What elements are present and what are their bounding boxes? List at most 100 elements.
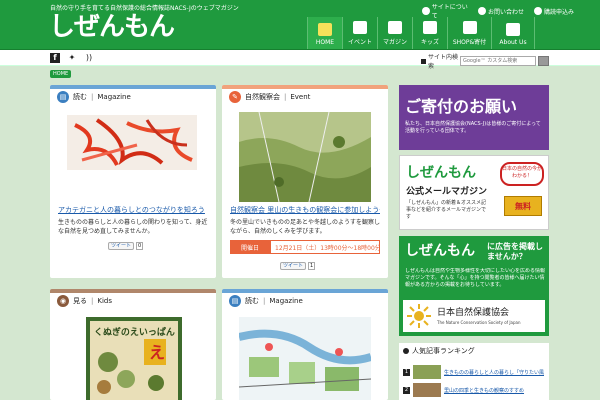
nav-event[interactable]: イベント	[342, 17, 377, 49]
donation-title: ご寄付のお願い	[405, 97, 518, 116]
home-icon	[318, 23, 332, 36]
card-category: 読む	[73, 93, 87, 101]
card-category: 見る	[73, 297, 87, 305]
tweet-widget: ツイート 1	[280, 262, 316, 270]
mailmag-text: 「しぜんもん」の新着＆オススメ記事などを紹介するメールマガジンです	[406, 200, 487, 220]
mailmag-logo: しぜんもん	[406, 165, 476, 181]
donation-text: 私たち、日本自然保護協会(NACS-J)は皆様のご寄付によって活動を行っている団…	[405, 121, 541, 134]
nav-label: マガジン	[382, 39, 407, 46]
ranking-number: 1	[403, 368, 410, 376]
mailmag-banner[interactable]: しぜんもん 公式メールマガジン 「しぜんもん」の新着＆オススメ記事などを紹介する…	[399, 155, 549, 230]
chat-icon	[478, 7, 486, 15]
breadcrumb[interactable]: HOME	[50, 70, 72, 78]
nav-magazine[interactable]: マガジン	[377, 17, 412, 49]
tweet-button[interactable]: ツイート	[108, 242, 134, 250]
card-type: Event	[290, 93, 311, 101]
card-type: Magazine	[97, 93, 131, 101]
separator: |	[91, 93, 94, 101]
ranking-item[interactable]: 2 里山の四季と生きもの観察のすすめ	[403, 383, 544, 397]
mailmag-badge: 日本の自然の今がわかる！	[500, 162, 544, 186]
pencil-icon	[353, 21, 367, 34]
site-logo[interactable]: しぜんもん	[49, 12, 175, 42]
card-image[interactable]: くぬぎのえいっぱん え	[86, 317, 182, 400]
bullet-icon	[403, 348, 409, 354]
search-label: サイト内検索	[428, 54, 459, 70]
search-input[interactable]	[460, 56, 536, 66]
event-date-label: 開催日	[230, 240, 270, 254]
cart-icon	[462, 21, 477, 34]
nav-label: HOME	[315, 39, 335, 46]
svg-text:え: え	[149, 343, 165, 362]
card-header: ▤ 読む | Magazine	[222, 293, 388, 309]
event-date-bar: 開催日 12月21日（土）13時00分～18時00分	[230, 240, 380, 254]
tweet-count: 0	[136, 242, 144, 250]
donation-banner[interactable]: ご寄付のお願い 私たち、日本自然保護協会(NACS-J)は皆様のご寄付によって活…	[399, 85, 549, 150]
card-category: 読む	[245, 297, 259, 305]
nav-home[interactable]: HOME	[307, 17, 342, 49]
card-type: Kids	[97, 297, 112, 305]
separator: |	[91, 297, 94, 305]
top-link-subscribe[interactable]: 購読申込み	[534, 2, 584, 20]
main-nav: HOME イベント マガジン キッズ SHOP&寄付 About Us	[307, 17, 535, 49]
card-header: ✎ 自然観察会 | Event	[222, 89, 388, 105]
bullet-icon	[421, 58, 426, 64]
card-header: ◉ 見る | Kids	[50, 293, 216, 309]
nav-label: About Us	[499, 39, 527, 46]
card-image[interactable]	[239, 317, 371, 400]
nav-label: キッズ	[420, 39, 439, 46]
tweet-button[interactable]: ツイート	[280, 262, 306, 270]
tweet-count: 1	[308, 262, 316, 270]
book-icon: ▤	[57, 91, 69, 103]
ranking-thumbnail[interactable]	[413, 383, 441, 397]
card-excerpt: 冬の里山でいきものの足あとや冬越しのようすを観察しながら、自然のしくみを学びます…	[230, 219, 380, 235]
org-name-jp: 日本自然保護協会	[437, 308, 510, 318]
top-link-label: 購読申込み	[544, 8, 575, 16]
book-icon	[388, 21, 402, 34]
nav-about[interactable]: About Us	[491, 17, 535, 49]
info-icon	[422, 7, 430, 15]
mailmag-subtitle: 公式メールマガジン	[406, 187, 488, 197]
free-badge: 無料	[504, 196, 542, 216]
org-name-en: The Nature Conservation Society of Japan	[437, 320, 521, 325]
event-card[interactable]: ✎ 自然観察会 | Event 自然観察会 里山の生きもの観察会に参加しよう～冬…	[222, 85, 388, 278]
svg-text:くぬぎのえいっぱん: くぬぎのえいっぱん	[94, 326, 175, 338]
site-search: サイト内検索	[421, 52, 549, 70]
card-excerpt: 生きものの暮らしと人の暮らしの関わりを知って、身近な自然を見つめ直してみませんか…	[58, 219, 208, 235]
ranking-item[interactable]: 1 生きものの暮らしと人の暮らし「守りたい風景」	[403, 365, 544, 379]
ranking-thumbnail[interactable]	[413, 365, 441, 379]
event-date-value: 12月21日（土）13時00分～18時00分	[270, 240, 380, 254]
nav-kids[interactable]: キッズ	[412, 17, 447, 49]
ad-banner[interactable]: しぜんもん に広告を掲載しませんか？ しぜんもんは自然や生物多様性を大切にしたい…	[399, 236, 549, 336]
separator: |	[263, 297, 266, 305]
ranking-panel: 人気記事ランキング 1 生きものの暮らしと人の暮らし「守りたい風景」 2 里山の…	[399, 343, 549, 400]
facebook-icon[interactable]: f	[50, 53, 60, 63]
card-image[interactable]	[239, 112, 371, 202]
card-type: Magazine	[269, 297, 303, 305]
search-button[interactable]	[538, 56, 549, 66]
ranking-number: 2	[403, 386, 410, 394]
article-card[interactable]: ▤ 読む | Magazine	[222, 289, 388, 400]
rss-icon[interactable]: ))	[84, 53, 94, 63]
separator: |	[284, 93, 287, 101]
ranking-link[interactable]: 生きものの暮らしと人の暮らし「守りたい風景」	[444, 369, 544, 376]
ad-headline: に広告を掲載しませんか？	[487, 242, 543, 261]
org-logo-icon	[407, 304, 431, 328]
twitter-icon[interactable]: ✦	[67, 53, 77, 63]
site-header: 自然の守り手を育てる自然保護の総合情報誌NACS-Jのウェブマガジン しぜんもん…	[0, 0, 600, 50]
tweet-widget: ツイート 0	[108, 242, 144, 250]
eye-icon: ◉	[57, 295, 69, 307]
card-image[interactable]	[67, 115, 197, 170]
kids-card[interactable]: ◉ 見る | Kids くぬぎのえいっぱん え	[50, 289, 216, 400]
card-title-link[interactable]: アカテガニと人の暮らしとのつながりを知ろう	[58, 205, 208, 215]
mail-icon	[534, 7, 542, 15]
ad-logo: しぜんもん	[405, 243, 475, 259]
card-header: ▤ 読む | Magazine	[50, 89, 216, 105]
article-card[interactable]: ▤ 読む | Magazine アカテガニと人の暮らしとのつながりを知ろう 生き…	[50, 85, 216, 278]
ranking-title: 人気記事ランキング	[403, 346, 475, 356]
card-title-link[interactable]: 自然観察会 里山の生きもの観察会に参加しよう～冬の雑木林…	[230, 205, 380, 215]
nav-label: SHOP&寄付	[452, 39, 487, 46]
top-link-label: お問い合わせ	[488, 8, 525, 16]
nav-shop[interactable]: SHOP&寄付	[447, 17, 491, 49]
ranking-link[interactable]: 里山の四季と生きもの観察のすすめ	[444, 387, 544, 394]
book-icon: ▤	[229, 295, 241, 307]
